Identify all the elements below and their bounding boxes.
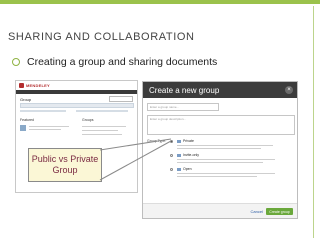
thumb-navbar (16, 90, 137, 94)
group-name-input[interactable]: Enter a group name... (147, 103, 219, 111)
group-type-label: Group Type: (147, 139, 167, 143)
option-description-line (177, 162, 263, 163)
thumb-text-line (82, 126, 126, 127)
create-group-button-label: Create group (269, 209, 290, 214)
thumb-section-featured: Featured (20, 118, 35, 122)
group-name-placeholder: Enter a group name... (150, 105, 180, 109)
thumb-search-box (109, 96, 133, 102)
cancel-link[interactable]: Cancel (251, 209, 263, 214)
thumb-section-groups: Groups (82, 118, 94, 122)
thumb-row (76, 110, 128, 112)
thumb-tab-strip (20, 103, 134, 108)
circle-bullet-icon (12, 58, 20, 66)
open-option-label: Open (183, 167, 192, 171)
dialog-footer: Cancel Create group (143, 203, 297, 218)
option-description-line (177, 145, 273, 146)
top-accent-bar (0, 0, 320, 4)
bullet-text: Creating a group and sharing documents (27, 56, 218, 68)
group-description-placeholder: Enter a group description... (150, 117, 187, 121)
right-accent-rule (313, 6, 314, 238)
private-group-icon (177, 140, 181, 143)
group-description-textarea[interactable]: Enter a group description... (147, 115, 295, 135)
mendeley-logo-icon (19, 83, 24, 88)
thumb-text-line (82, 134, 122, 135)
private-radio[interactable] (170, 140, 173, 143)
bullet-item: Creating a group and sharing documents (12, 55, 217, 69)
thumb-text-line (29, 129, 61, 130)
dialog-header: Create a new group × (143, 82, 297, 98)
dialog-title: Create a new group (149, 85, 220, 95)
invite-only-group-icon (177, 154, 181, 157)
mendeley-logo: MENDELEY (19, 83, 50, 88)
thumb-text-line (82, 130, 118, 131)
create-group-button[interactable]: Create group (266, 208, 293, 215)
invite-only-option-label: Invite-only (183, 153, 199, 157)
mendeley-logo-text: MENDELEY (26, 83, 50, 88)
close-icon[interactable]: × (285, 86, 293, 94)
callout-line1: Public vs Private (31, 154, 99, 164)
thumb-text-line (29, 126, 69, 127)
option-description-line (177, 173, 275, 174)
public-vs-private-callout: Public vs Private Group (28, 148, 102, 182)
thumb-page-title: Group (20, 97, 32, 102)
open-group-icon (177, 168, 181, 171)
create-group-dialog: Create a new group × Enter a group name.… (142, 81, 298, 219)
invite-only-radio[interactable] (170, 154, 173, 157)
private-option-label: Private (183, 139, 194, 143)
slide-title: SHARING AND COLLABORATION (8, 31, 195, 43)
thumb-avatar (20, 125, 26, 131)
option-description-line (177, 159, 275, 160)
callout-line2: Group (52, 165, 78, 175)
open-radio[interactable] (170, 168, 173, 171)
option-description-line (177, 176, 257, 177)
option-description-line (177, 148, 261, 149)
thumb-row (20, 110, 66, 112)
